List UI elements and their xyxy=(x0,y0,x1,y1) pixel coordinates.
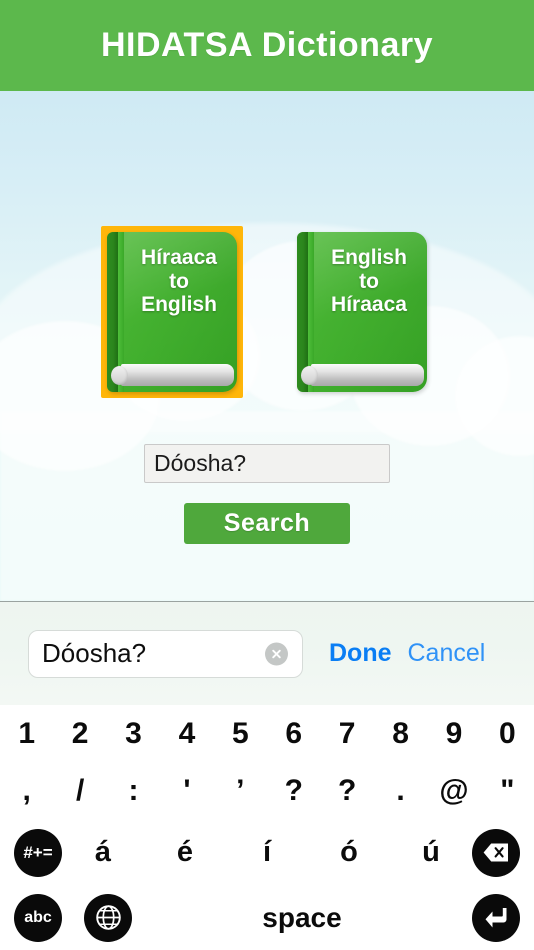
main-content: Híraaca to English English to Híraaca Se… xyxy=(0,91,534,601)
book-label: Híraaca to English xyxy=(141,246,217,317)
key-apostrophe[interactable]: ' xyxy=(160,762,213,820)
key-question-1[interactable]: ? xyxy=(267,762,320,820)
book-corner-icon xyxy=(111,366,128,385)
globe-key[interactable] xyxy=(84,893,132,942)
keyboard-accessory-bar: Done Cancel xyxy=(0,601,534,705)
page-title: HIDATSA Dictionary xyxy=(100,26,434,64)
space-key[interactable]: space xyxy=(132,902,472,934)
key-colon[interactable]: : xyxy=(107,762,160,820)
app-header: HIDATSA Dictionary xyxy=(0,0,534,91)
book-pages-icon xyxy=(311,364,424,386)
letters-key[interactable]: abc xyxy=(14,893,62,942)
search-area: Search xyxy=(0,444,534,544)
key-curly-apostrophe[interactable]: ’ xyxy=(214,762,267,820)
keyboard-row-bottom: abc space xyxy=(0,885,534,950)
key-6[interactable]: 6 xyxy=(267,705,320,762)
key-1[interactable]: 1 xyxy=(0,705,53,762)
book-english-to-hiraaca[interactable]: English to Híraaca xyxy=(291,226,433,398)
key-period[interactable]: . xyxy=(374,762,427,820)
done-button[interactable]: Done xyxy=(329,639,392,668)
book-hiraaca-to-english[interactable]: Híraaca to English xyxy=(101,226,243,398)
search-button[interactable]: Search xyxy=(184,503,350,544)
app-root: HIDATSA Dictionary Híraaca to English En… xyxy=(0,0,534,950)
key-0[interactable]: 0 xyxy=(481,705,534,762)
book-pages-icon xyxy=(121,364,234,386)
key-2[interactable]: 2 xyxy=(53,705,106,762)
key-4[interactable]: 4 xyxy=(160,705,213,762)
vowel-key-group: á é í ó ú xyxy=(62,836,472,869)
key-9[interactable]: 9 xyxy=(427,705,480,762)
backspace-icon xyxy=(483,843,508,862)
keyboard-row-numbers: 1 2 3 4 5 6 7 8 9 0 xyxy=(0,705,534,762)
book-icon: English to Híraaca xyxy=(297,232,427,392)
key-e-acute[interactable]: é xyxy=(144,836,226,869)
keyboard-row-vowels: #+= á é í ó ú xyxy=(0,820,534,885)
clear-text-icon[interactable] xyxy=(265,642,288,665)
key-8[interactable]: 8 xyxy=(374,705,427,762)
backspace-key[interactable] xyxy=(472,828,520,877)
return-key[interactable] xyxy=(472,893,520,942)
key-quote[interactable]: " xyxy=(481,762,534,820)
book-label: English to Híraaca xyxy=(331,246,407,317)
key-3[interactable]: 3 xyxy=(107,705,160,762)
key-u-acute[interactable]: ú xyxy=(390,836,472,869)
cancel-button[interactable]: Cancel xyxy=(408,639,486,668)
key-i-acute[interactable]: í xyxy=(226,836,308,869)
key-slash[interactable]: / xyxy=(53,762,106,820)
key-at[interactable]: @ xyxy=(427,762,480,820)
keyboard-row-punctuation: , / : ' ’ ? ? . @ " xyxy=(0,762,534,820)
key-question-2[interactable]: ? xyxy=(320,762,373,820)
search-input[interactable] xyxy=(144,444,390,483)
key-comma[interactable]: , xyxy=(0,762,53,820)
dictionary-direction-selector: Híraaca to English English to Híraaca xyxy=(0,226,534,398)
key-o-acute[interactable]: ó xyxy=(308,836,390,869)
book-icon: Híraaca to English xyxy=(107,232,237,392)
key-a-acute[interactable]: á xyxy=(62,836,144,869)
accessory-search-input[interactable] xyxy=(29,638,302,669)
book-corner-icon xyxy=(301,366,318,385)
key-7[interactable]: 7 xyxy=(320,705,373,762)
accessory-search-field[interactable] xyxy=(28,629,303,678)
key-5[interactable]: 5 xyxy=(214,705,267,762)
globe-icon xyxy=(95,905,121,930)
on-screen-keyboard: 1 2 3 4 5 6 7 8 9 0 , / : ' ’ ? ? . @ " … xyxy=(0,705,534,950)
symbols-key[interactable]: #+= xyxy=(14,828,62,877)
return-icon xyxy=(485,907,506,927)
